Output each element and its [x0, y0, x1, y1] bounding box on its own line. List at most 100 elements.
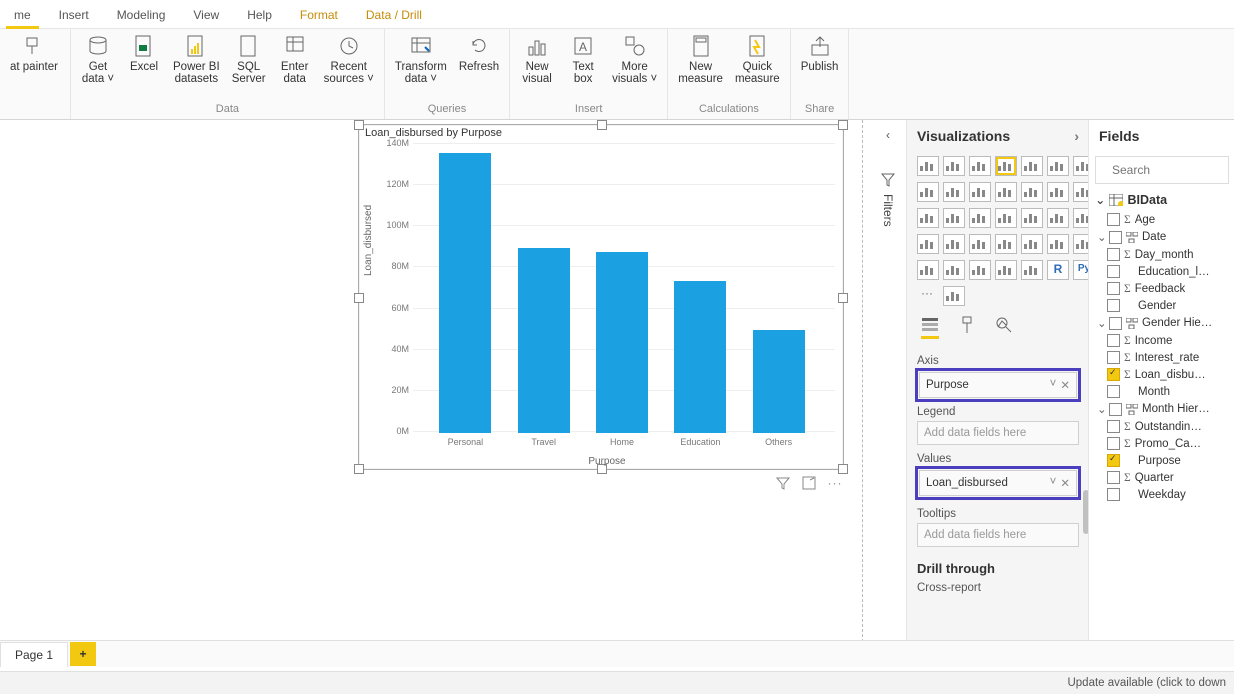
field-checkbox[interactable] [1107, 385, 1120, 398]
axis-well[interactable]: Purpose ˅✕ [919, 372, 1077, 398]
viz-type-icon[interactable] [1073, 182, 1089, 202]
field-checkbox[interactable] [1107, 265, 1120, 278]
field-item[interactable]: ΣInterest_rate [1093, 349, 1231, 366]
viz-type-icon[interactable] [969, 182, 991, 202]
transform-data-button[interactable]: Transformdata ˅ [395, 33, 447, 85]
field-checkbox[interactable] [1107, 351, 1120, 364]
chevron-down-icon[interactable]: ⌄ [1095, 192, 1105, 207]
tab-modeling[interactable]: Modeling [103, 2, 180, 28]
viz-type-icon[interactable]: ··· [917, 286, 937, 304]
viz-type-icon[interactable] [1047, 182, 1069, 202]
tab-help[interactable]: Help [233, 2, 286, 28]
fields-table-header[interactable]: ⌄ BIData [1089, 188, 1234, 211]
viz-type-icon[interactable] [1073, 234, 1089, 254]
values-well[interactable]: Loan_disbursed ˅✕ [919, 470, 1077, 496]
bar[interactable] [439, 153, 491, 433]
resize-handle[interactable] [354, 120, 364, 130]
viz-type-icon[interactable] [995, 234, 1017, 254]
chevron-down-icon[interactable]: ⌄ [1097, 402, 1105, 416]
viz-type-icon[interactable] [917, 234, 939, 254]
more-visuals-button[interactable]: Morevisuals ˅ [612, 33, 657, 85]
tooltips-well[interactable]: Add data fields here [917, 523, 1079, 547]
field-checkbox[interactable] [1107, 488, 1120, 501]
viz-type-icon[interactable]: R [1047, 260, 1069, 280]
page-tab[interactable]: Page 1 [0, 642, 68, 667]
excel-button[interactable]: Excel [127, 33, 161, 73]
field-item[interactable]: Education_l… [1093, 263, 1231, 280]
viz-type-icon[interactable] [969, 260, 991, 280]
field-checkbox[interactable] [1107, 420, 1120, 433]
field-checkbox[interactable] [1109, 231, 1122, 244]
field-checkbox[interactable] [1107, 368, 1120, 381]
viz-type-icon[interactable] [969, 156, 991, 176]
sql-server-button[interactable]: SQLServer [232, 33, 266, 85]
more-options-icon[interactable]: ··· [828, 476, 842, 490]
remove-field-icon[interactable]: ✕ [1060, 476, 1070, 490]
viz-type-icon[interactable] [969, 234, 991, 254]
viz-type-icon[interactable] [943, 234, 965, 254]
viz-type-icon[interactable] [969, 208, 991, 228]
fields-search[interactable] [1095, 156, 1229, 184]
viz-type-icon[interactable] [1021, 182, 1043, 202]
viz-type-icon[interactable] [917, 260, 939, 280]
enter-data-button[interactable]: Enterdata [278, 33, 312, 85]
viz-type-icon[interactable] [943, 182, 965, 202]
field-checkbox[interactable] [1107, 454, 1120, 467]
field-checkbox[interactable] [1107, 299, 1120, 312]
field-item[interactable]: ΣAge [1093, 211, 1231, 228]
viz-type-icon[interactable] [995, 156, 1017, 176]
field-item[interactable]: ΣQuarter [1093, 469, 1231, 486]
chevron-left-icon[interactable]: ‹ [886, 128, 890, 142]
field-item[interactable]: Month [1093, 383, 1231, 400]
field-item[interactable]: Gender [1093, 297, 1231, 314]
chart-visual[interactable]: Loan_disbursed by Purpose Loan_disbursed… [358, 124, 844, 470]
recent-sources-button[interactable]: Recentsources ˅ [324, 33, 374, 85]
viz-type-icon[interactable] [917, 208, 939, 228]
viz-type-icon[interactable] [995, 208, 1017, 228]
resize-handle[interactable] [597, 120, 607, 130]
chevron-right-icon[interactable]: › [1074, 128, 1079, 144]
viz-type-icon[interactable]: Py [1073, 260, 1089, 280]
field-item[interactable]: Purpose [1093, 452, 1231, 469]
field-item[interactable]: ⌄Month Hier… [1093, 400, 1231, 418]
field-checkbox[interactable] [1109, 403, 1122, 416]
bar[interactable] [518, 248, 570, 433]
viz-type-icon[interactable] [1021, 234, 1043, 254]
pbi-datasets-button[interactable]: Power BIdatasets [173, 33, 220, 85]
field-item[interactable]: ⌄Date [1093, 228, 1231, 246]
status-update-available[interactable]: Update available (click to down [1067, 677, 1226, 689]
chevron-down-icon[interactable]: ⌄ [1097, 230, 1105, 244]
viz-type-icon[interactable] [1047, 234, 1069, 254]
field-checkbox[interactable] [1107, 213, 1120, 226]
field-item[interactable]: ΣIncome [1093, 332, 1231, 349]
add-page-button[interactable]: + [70, 642, 96, 666]
text-box-button[interactable]: A Textbox [566, 33, 600, 85]
chevron-down-icon[interactable]: ⌄ [1097, 316, 1105, 330]
field-item[interactable]: ΣPromo_Ca… [1093, 435, 1231, 452]
resize-handle[interactable] [354, 293, 364, 303]
resize-handle[interactable] [838, 293, 848, 303]
quick-measure-button[interactable]: Quickmeasure [735, 33, 780, 85]
viz-type-icon[interactable] [943, 260, 965, 280]
viz-type-icon[interactable] [1047, 156, 1069, 176]
viz-type-icon[interactable] [995, 260, 1017, 280]
viz-type-icon[interactable] [995, 182, 1017, 202]
tab-insert[interactable]: Insert [45, 2, 103, 28]
field-checkbox[interactable] [1107, 437, 1120, 450]
fields-tab-icon[interactable] [921, 316, 939, 339]
field-item[interactable]: ΣOutstandin… [1093, 418, 1231, 435]
viz-type-icon[interactable] [943, 286, 965, 306]
format-tab-icon[interactable] [959, 316, 975, 339]
tab-data-drill[interactable]: Data / Drill [352, 2, 436, 28]
field-item[interactable]: ΣLoan_disbu… [1093, 366, 1231, 383]
viz-type-icon[interactable] [1021, 156, 1043, 176]
fields-search-input[interactable] [1110, 162, 1234, 178]
viz-type-icon[interactable] [917, 156, 939, 176]
get-data-button[interactable]: Getdata ˅ [81, 33, 115, 85]
viz-type-icon[interactable] [1073, 156, 1089, 176]
field-item[interactable]: ⌄Gender Hie… [1093, 314, 1231, 332]
chevron-down-icon[interactable]: ˅ [1050, 378, 1057, 392]
viz-type-icon[interactable] [943, 156, 965, 176]
tab-format[interactable]: Format [286, 2, 352, 28]
field-checkbox[interactable] [1107, 248, 1120, 261]
